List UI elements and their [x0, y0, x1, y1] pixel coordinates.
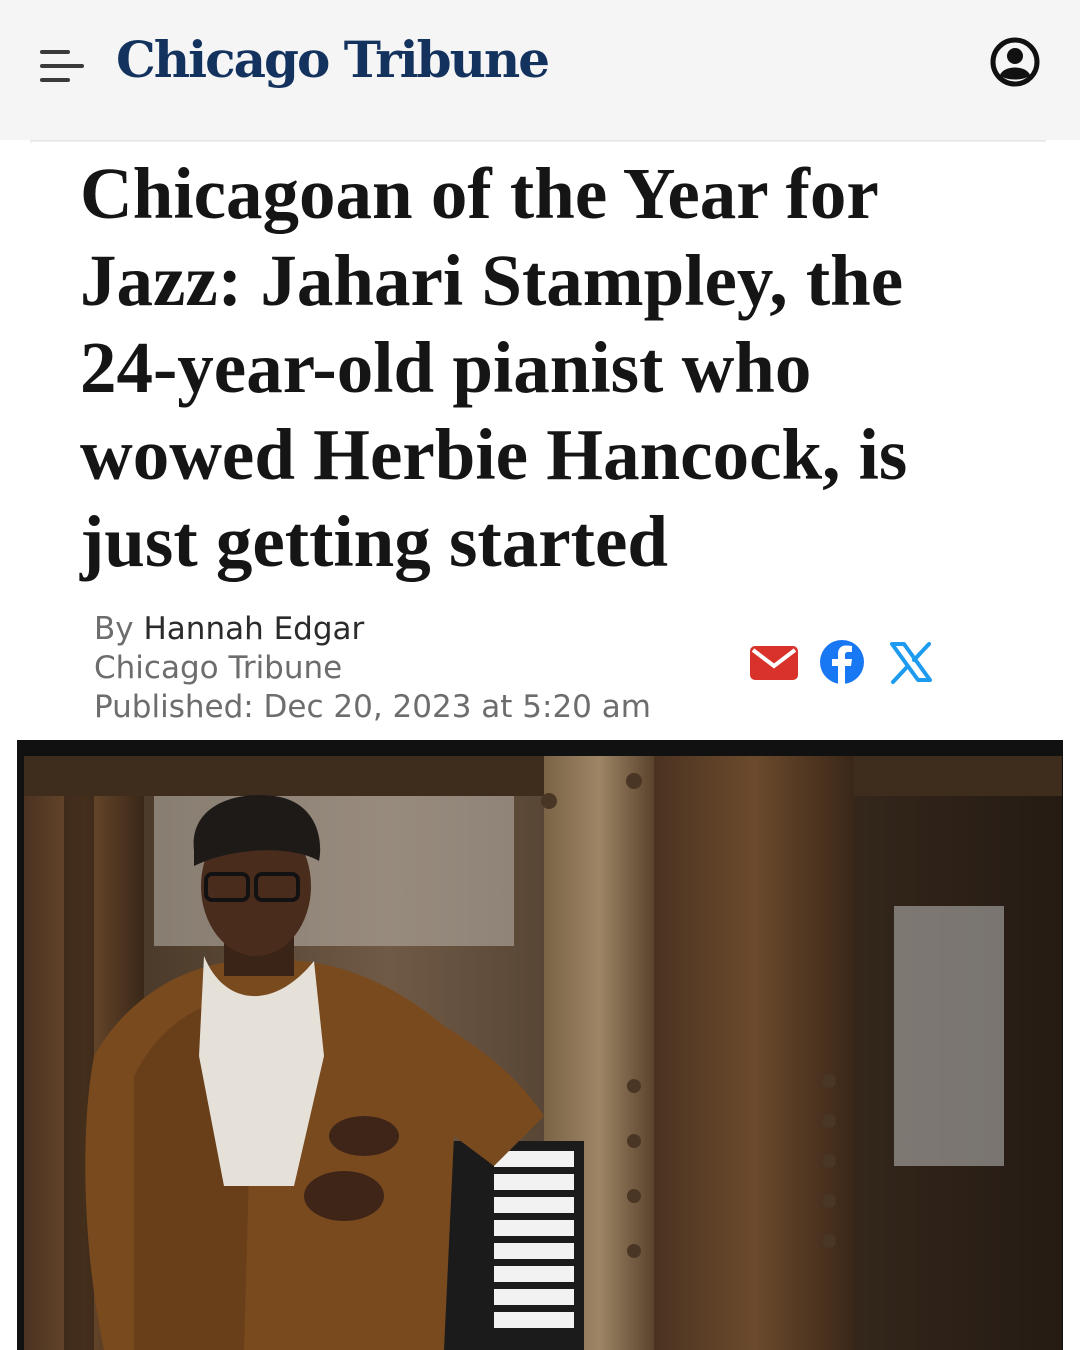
hamburger-menu-icon[interactable]: [38, 44, 86, 88]
author-line: By Hannah Edgar: [94, 610, 651, 649]
mail-icon: [750, 646, 798, 680]
top-navigation-bar: Chicago Tribune: [0, 0, 1080, 140]
published-timestamp: Published: Dec 20, 2023 at 5:20 am: [94, 689, 651, 725]
article-byline: By Hannah Edgar Chicago Tribune Publishe…: [94, 610, 651, 727]
x-icon: [890, 642, 932, 684]
publication-name: Chicago Tribune: [94, 650, 343, 686]
portrait-photo: [24, 756, 1062, 1350]
share-facebook-button[interactable]: [818, 636, 866, 688]
byline-prefix: By: [94, 611, 134, 647]
article-headline: Chicagoan of the Year for Jazz: Jahari S…: [80, 153, 908, 582]
share-x-button[interactable]: [886, 636, 936, 688]
chicago-tribune-logo[interactable]: Chicago Tribune: [116, 30, 550, 89]
share-email-button[interactable]: [748, 636, 800, 688]
account-circle-icon[interactable]: [989, 36, 1041, 88]
author-name[interactable]: Hannah Edgar: [143, 611, 364, 647]
facebook-icon: [820, 640, 864, 684]
